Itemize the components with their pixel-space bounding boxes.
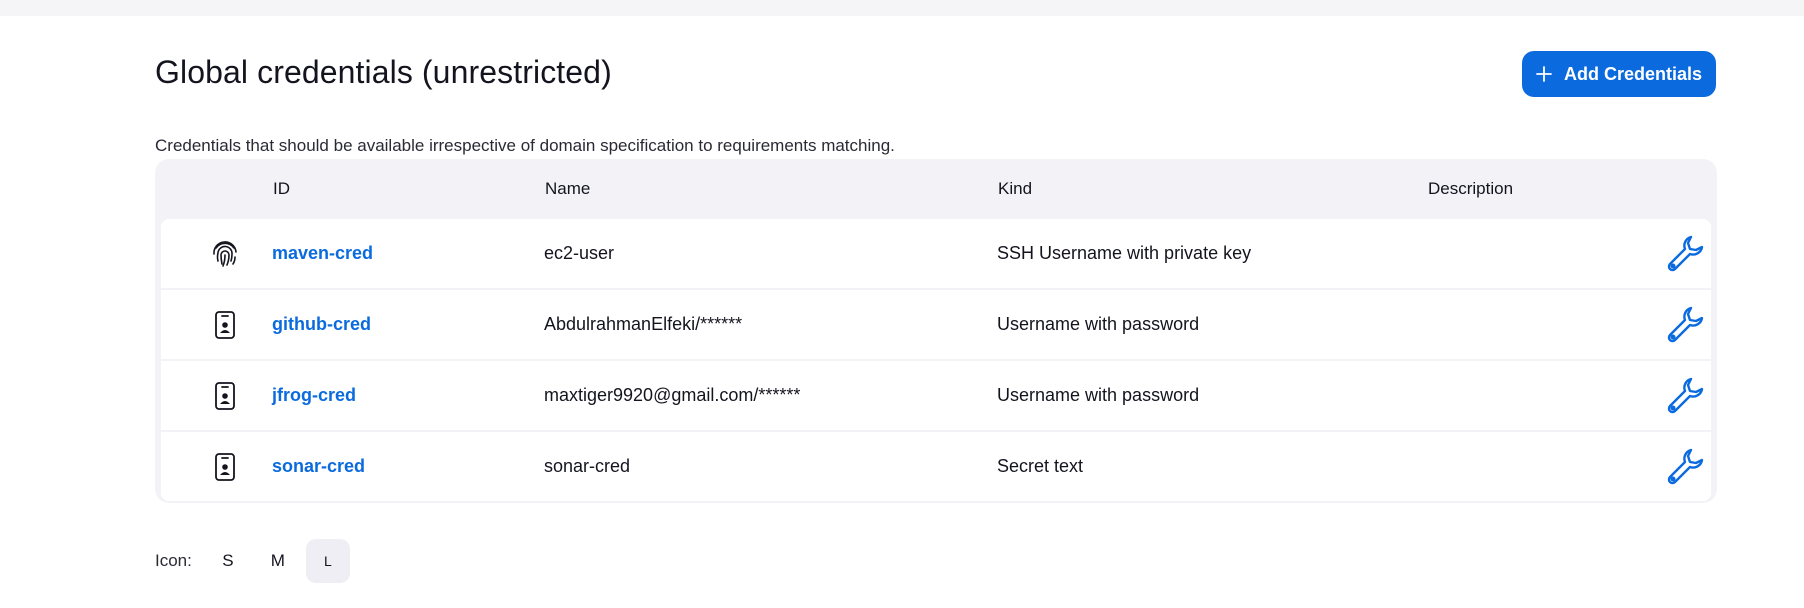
icon-size-large[interactable]: L [305,539,350,583]
credentials-table: ID Name Kind Description maven-cred ec2-… [155,159,1717,503]
table-row: maven-cred ec2-user SSH Username with pr… [161,219,1711,288]
icon-size-selector: Icon: S M L [155,539,356,583]
column-header-id[interactable]: ID [273,179,290,199]
credential-kind: Secret text [997,456,1084,476]
page-description: Credentials that should be available irr… [155,136,895,155]
credential-kind: SSH Username with private key [997,243,1252,263]
icon-size-medium[interactable]: M [256,539,300,583]
wrench-icon[interactable] [1665,446,1705,486]
add-credentials-label: Add Credentials [1563,63,1703,84]
credential-name: maxtiger9920@gmail.com/****** [544,385,801,405]
page-title: Global credentials (unrestricted) [155,54,612,90]
plus-icon [1536,66,1552,82]
column-header-name[interactable]: Name [545,179,590,199]
wrench-icon[interactable] [1665,304,1705,344]
id-badge-icon [211,310,239,340]
credential-id-link[interactable]: jfrog-cred [272,385,356,406]
wrench-icon[interactable] [1665,233,1705,273]
column-header-kind[interactable]: Kind [998,179,1032,199]
credential-name: ec2-user [544,243,615,263]
table-row: jfrog-cred maxtiger9920@gmail.com/******… [161,361,1711,430]
id-badge-icon [211,452,239,482]
credential-id-link[interactable]: github-cred [272,314,371,335]
credential-id-link[interactable]: sonar-cred [272,456,365,477]
top-strip [0,0,1804,16]
credential-name: sonar-cred [544,456,631,476]
id-badge-icon [211,381,239,411]
column-header-description[interactable]: Description [1428,179,1513,199]
table-row: sonar-cred sonar-cred Secret text [161,432,1711,501]
credential-kind: Username with password [997,385,1200,405]
wrench-icon[interactable] [1665,375,1705,415]
credential-id-link[interactable]: maven-cred [272,243,373,264]
fingerprint-icon [211,239,239,269]
table-row: github-cred AbdulrahmanElfeki/****** Use… [161,290,1711,359]
credential-kind: Username with password [997,314,1200,334]
table-header: ID Name Kind Description [155,159,1717,219]
icon-size-small[interactable]: S [206,539,250,583]
add-credentials-button[interactable]: Add Credentials [1522,51,1716,97]
credential-name: AbdulrahmanElfeki/****** [544,314,743,334]
icon-size-label: Icon: [155,551,192,570]
